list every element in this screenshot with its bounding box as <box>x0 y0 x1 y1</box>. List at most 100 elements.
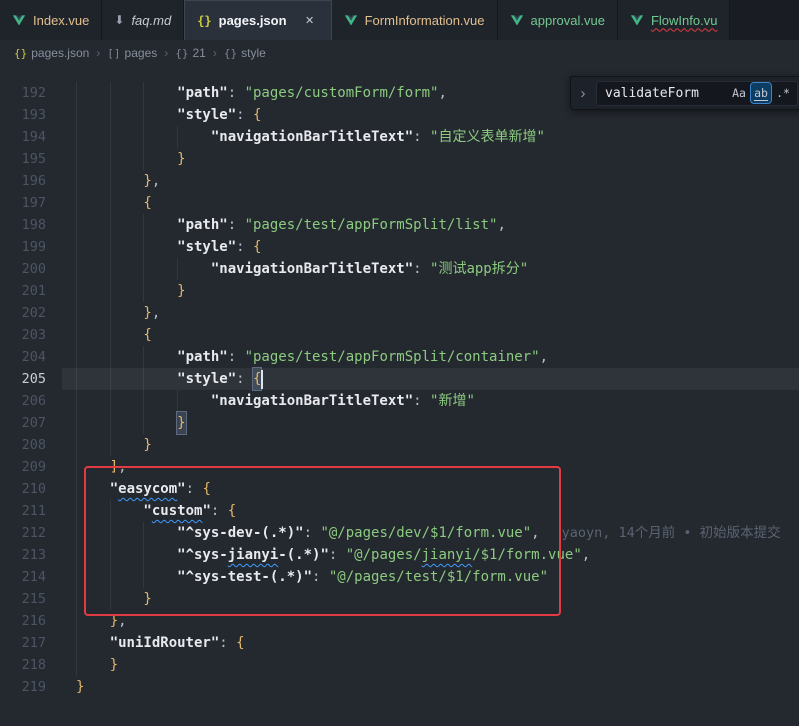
code-token: , <box>582 544 590 566</box>
line-number[interactable]: 196 <box>0 170 46 192</box>
line-number[interactable]: 200 <box>0 258 46 280</box>
code-line[interactable]: 213"^sys-jianyi-(.*)": "@/pages/jianyi/$… <box>0 544 799 566</box>
breadcrumb-item-pages-json[interactable]: {}pages.json <box>14 46 89 60</box>
code-line[interactable]: 197{ <box>0 192 799 214</box>
indent-guide <box>143 236 144 258</box>
code-line[interactable]: 201} <box>0 280 799 302</box>
line-number[interactable]: 205 <box>0 368 46 390</box>
line-number[interactable]: 212 <box>0 522 46 544</box>
code-token: : <box>312 566 329 588</box>
line-number[interactable]: 210 <box>0 478 46 500</box>
code-line[interactable]: 206"navigationBarTitleText": "新增" <box>0 390 799 412</box>
markdown-icon: ⬇ <box>114 13 124 27</box>
code-area[interactable]: 192"path": "pages/customForm/form",193"s… <box>0 66 799 726</box>
line-number[interactable]: 199 <box>0 236 46 258</box>
line-number[interactable]: 209 <box>0 456 46 478</box>
line-number[interactable]: 208 <box>0 434 46 456</box>
code-token: "pages/test/appFormSplit/list" <box>245 214 498 236</box>
line-number[interactable]: 207 <box>0 412 46 434</box>
code-token: : <box>228 214 245 236</box>
indent-guide <box>143 258 144 280</box>
line-number[interactable]: 215 <box>0 588 46 610</box>
line-number[interactable]: 201 <box>0 280 46 302</box>
code-token: { <box>236 632 244 654</box>
tab-flowinfo-vu[interactable]: FlowInfo.vu <box>618 0 730 40</box>
code-line[interactable]: 196}, <box>0 170 799 192</box>
code-token: } <box>177 412 185 434</box>
line-number[interactable]: 216 <box>0 610 46 632</box>
code-line[interactable]: 218} <box>0 654 799 676</box>
code-token: } <box>110 610 118 632</box>
code-line[interactable]: 200"navigationBarTitleText": "测试app拆分" <box>0 258 799 280</box>
code-line[interactable]: 208} <box>0 434 799 456</box>
code-line[interactable]: 195} <box>0 148 799 170</box>
line-number[interactable]: 203 <box>0 324 46 346</box>
tab-approval-vue[interactable]: approval.vue <box>498 0 618 40</box>
whole-word-toggle[interactable]: ab <box>751 83 771 103</box>
tab-close-icon[interactable]: ✕ <box>301 12 319 30</box>
line-content: ], <box>46 456 127 478</box>
indent-guide <box>110 324 111 346</box>
code-line[interactable]: 205"style": { <box>0 368 799 390</box>
code-line[interactable]: 204"path": "pages/test/appFormSplit/cont… <box>0 346 799 368</box>
tab-index-vue[interactable]: Index.vue <box>0 0 102 40</box>
line-number[interactable]: 218 <box>0 654 46 676</box>
find-input[interactable]: validateForm Aaab.* <box>596 81 798 106</box>
indent-whitespace <box>76 412 177 434</box>
code-token: : <box>304 522 321 544</box>
line-number[interactable]: 217 <box>0 632 46 654</box>
indent-guide <box>110 566 111 588</box>
line-number[interactable]: 206 <box>0 390 46 412</box>
code-line[interactable]: 198"path": "pages/test/appFormSplit/list… <box>0 214 799 236</box>
code-line[interactable]: 212"^sys-dev-(.*)": "@/pages/dev/$1/form… <box>0 522 799 544</box>
line-number[interactable]: 211 <box>0 500 46 522</box>
find-expand-chevron-icon[interactable]: › <box>577 85 589 102</box>
breadcrumb-item-21[interactable]: {}21 <box>175 46 206 60</box>
code-token: : <box>236 368 253 390</box>
code-token: , <box>531 522 539 544</box>
line-number[interactable]: 219 <box>0 676 46 698</box>
breadcrumb-item-pages[interactable]: []pages <box>107 46 157 60</box>
code-line[interactable]: 217"uniIdRouter": { <box>0 632 799 654</box>
indent-guide <box>110 126 111 148</box>
line-number[interactable]: 204 <box>0 346 46 368</box>
line-number[interactable]: 197 <box>0 192 46 214</box>
indent-whitespace <box>76 192 143 214</box>
code-line[interactable]: 211"custom": { <box>0 500 799 522</box>
code-line[interactable]: 209], <box>0 456 799 478</box>
line-number[interactable]: 202 <box>0 302 46 324</box>
tab-forminformation-vue[interactable]: FormInformation.vue <box>332 0 498 40</box>
code-line[interactable]: 216}, <box>0 610 799 632</box>
code-line[interactable]: 214"^sys-test-(.*)": "@/pages/test/$1/fo… <box>0 566 799 588</box>
indent-guide <box>76 258 77 280</box>
code-line[interactable]: 210"easycom": { <box>0 478 799 500</box>
indent-guide <box>110 148 111 170</box>
breadcrumb-item-style[interactable]: {}style <box>224 46 266 60</box>
line-number[interactable]: 213 <box>0 544 46 566</box>
line-number[interactable]: 214 <box>0 566 46 588</box>
indent-guide <box>110 522 111 544</box>
editor[interactable]: 192"path": "pages/customForm/form",193"s… <box>0 66 799 726</box>
code-line[interactable]: 207} <box>0 412 799 434</box>
tab-pages-json[interactable]: {}pages.json✕ <box>184 0 331 40</box>
code-token: : <box>186 478 203 500</box>
code-line[interactable]: 194"navigationBarTitleText": "自定义表单新增" <box>0 126 799 148</box>
tab-faq-md[interactable]: ⬇faq.md <box>102 0 184 40</box>
code-line[interactable]: 202}, <box>0 302 799 324</box>
regex-toggle[interactable]: .* <box>773 83 793 103</box>
line-number[interactable]: 198 <box>0 214 46 236</box>
match-case-toggle[interactable]: Aa <box>729 83 749 103</box>
line-number[interactable]: 192 <box>0 82 46 104</box>
code-token: "^sys- <box>177 544 228 566</box>
line-content: } <box>46 148 186 170</box>
code-line[interactable]: 199"style": { <box>0 236 799 258</box>
line-number[interactable]: 194 <box>0 126 46 148</box>
whole-word-icon: ab <box>754 86 768 101</box>
code-token: -(.*)" <box>278 544 329 566</box>
code-line[interactable]: 219} <box>0 676 799 698</box>
line-content: "^sys-jianyi-(.*)": "@/pages/jianyi/$1/f… <box>46 544 590 566</box>
line-number[interactable]: 193 <box>0 104 46 126</box>
code-line[interactable]: 203{ <box>0 324 799 346</box>
line-number[interactable]: 195 <box>0 148 46 170</box>
code-line[interactable]: 215} <box>0 588 799 610</box>
